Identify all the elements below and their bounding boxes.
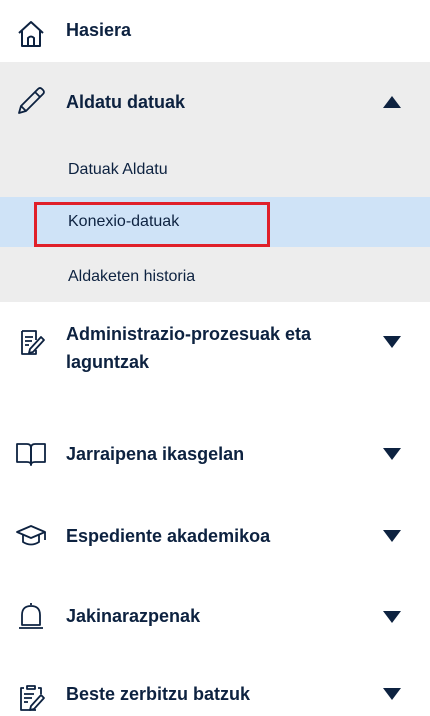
chevron-down-icon[interactable] (383, 448, 401, 460)
menu-item-label: Beste zerbitzu batzuk (66, 684, 251, 704)
menu-item-aldatu-datuak[interactable]: Aldatu datuak (0, 72, 430, 132)
graduation-cap-icon (14, 519, 48, 553)
document-edit-icon (14, 326, 48, 360)
chevron-down-icon[interactable] (383, 688, 401, 700)
submenu-item-label: Aldaketen historia (68, 268, 196, 285)
submenu-item-label: Datuak Aldatu (68, 161, 168, 178)
chevron-down-icon[interactable] (383, 530, 401, 542)
menu-item-label: Jakinarazpenak (66, 606, 201, 626)
book-icon (14, 437, 48, 471)
menu-item-label: Aldatu datuak (66, 92, 186, 112)
submenu-item-label: Konexio-datuak (68, 213, 180, 230)
home-icon (14, 17, 48, 51)
menu-item-label: Hasiera (66, 20, 132, 40)
submenu-item-aldaketen-historia[interactable]: Aldaketen historia (0, 252, 430, 302)
side-menu: Hasiera Aldatu datuak Datuak Aldatu Kone… (0, 0, 430, 716)
menu-item-label: Administrazio-prozesuak eta laguntzak (66, 324, 312, 372)
menu-item-label: Espediente akademikoa (66, 526, 271, 546)
bell-icon (14, 600, 48, 634)
menu-item-administrazio-prozesuak[interactable]: Administrazio-prozesuak eta laguntzak (0, 320, 430, 394)
clipboard-edit-icon (14, 680, 48, 714)
menu-item-label: Jarraipena ikasgelan (66, 444, 245, 464)
menu-item-jakinarazpenak[interactable]: Jakinarazpenak (0, 592, 430, 642)
menu-item-beste-zerbitzu-batzuk[interactable]: Beste zerbitzu batzuk (0, 676, 430, 716)
submenu-item-datuak-aldatu[interactable]: Datuak Aldatu (0, 145, 430, 195)
menu-item-espediente-akademikoa[interactable]: Espediente akademikoa (0, 514, 430, 558)
submenu-item-konexio-datuak[interactable]: Konexio-datuak (0, 197, 430, 247)
chevron-down-icon[interactable] (383, 611, 401, 623)
chevron-up-icon[interactable] (383, 96, 401, 108)
menu-item-jarraipena-ikasgelan[interactable]: Jarraipena ikasgelan (0, 432, 430, 476)
pencil-icon (14, 84, 48, 118)
chevron-down-icon[interactable] (383, 336, 401, 348)
menu-item-hasiera[interactable]: Hasiera (0, 10, 430, 54)
